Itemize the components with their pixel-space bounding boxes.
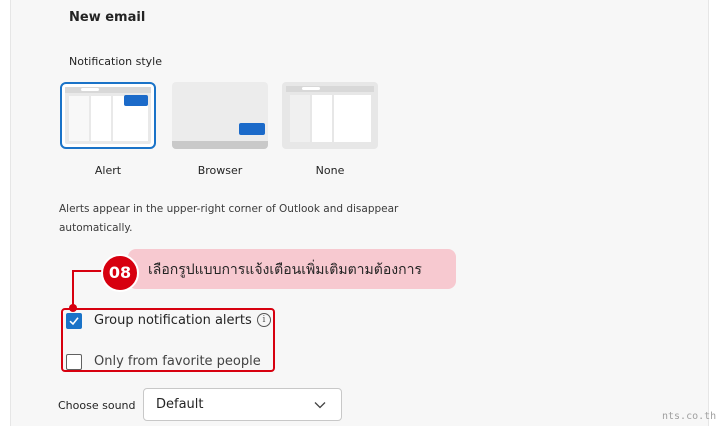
chevron-down-icon	[314, 402, 326, 409]
group-alerts-label[interactable]: Group notification alerts	[94, 313, 252, 328]
annotation-callout: เลือกรูปแบบการแจ้งเตือนเพิ่มเติมตามต้องก…	[128, 249, 456, 289]
browser-preview-image	[172, 82, 268, 149]
sound-dropdown-value: Default	[156, 397, 204, 412]
alert-option-label: Alert	[94, 164, 122, 177]
favorites-only-checkbox[interactable]	[66, 354, 82, 370]
notification-style-alert[interactable]: Alert	[60, 82, 156, 177]
step-badge: 08	[101, 254, 139, 292]
annotation-leader-line	[72, 270, 102, 272]
sound-dropdown[interactable]: Default	[143, 388, 342, 421]
favorites-only-label[interactable]: Only from favorite people	[94, 354, 261, 369]
browser-option-label: Browser	[197, 164, 243, 177]
info-icon[interactable]: i	[257, 313, 271, 327]
watermark: nts.co.th	[662, 411, 717, 422]
group-alerts-checkbox[interactable]	[66, 313, 82, 329]
none-preview-image	[282, 82, 378, 149]
browser-popup-indicator	[239, 123, 265, 135]
checkmark-icon	[69, 317, 79, 326]
alert-popup-indicator	[124, 95, 148, 106]
annotation-text: เลือกรูปแบบการแจ้งเตือนเพิ่มเติมตามต้องก…	[148, 262, 422, 278]
notification-style-browser[interactable]: Browser	[172, 82, 268, 177]
section-title: New email	[69, 10, 146, 25]
outlook-mini-window	[65, 87, 151, 144]
annotation-leader-line-vertical	[72, 270, 74, 308]
notification-style-description: Alerts appear in the upper-right corner …	[59, 203, 399, 234]
alert-preview-image	[60, 82, 156, 149]
choose-sound-label: Choose sound	[58, 399, 136, 412]
notification-style-none[interactable]: None	[282, 82, 378, 177]
none-option-label: None	[315, 164, 345, 177]
notification-style-label: Notification style	[69, 55, 162, 68]
